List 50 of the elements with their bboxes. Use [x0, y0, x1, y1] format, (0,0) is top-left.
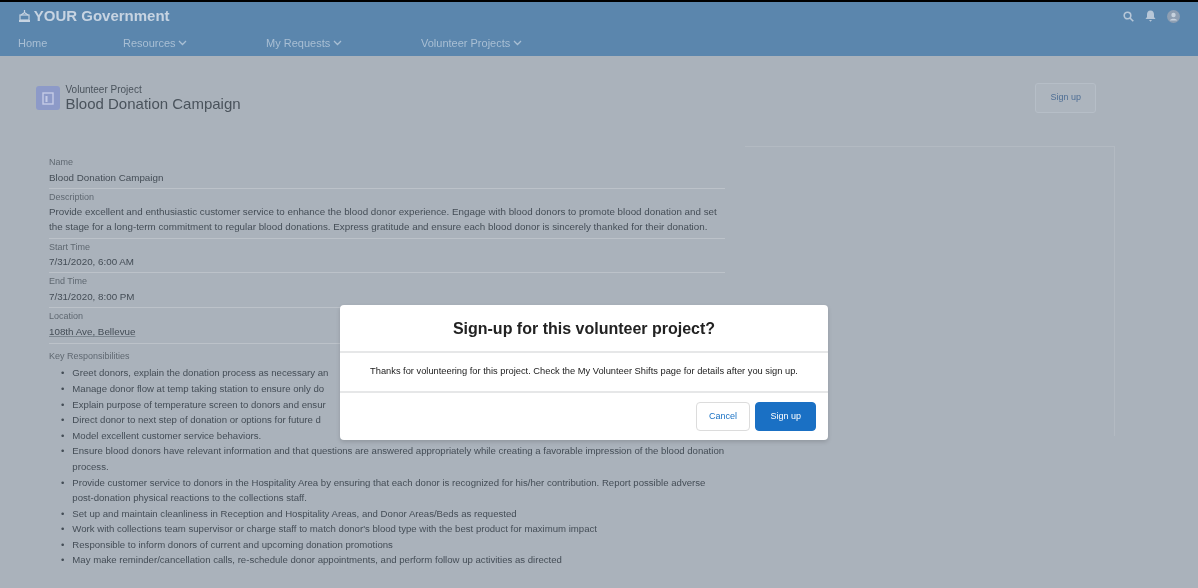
field-label: Key Responsibilities — [49, 349, 130, 363]
bullet: • — [61, 475, 65, 490]
field-value: Provide excellent and enthusiastic customer service to enhance the blood donor experience. Engage with blood donors to promote blood donation and set the stage for a long-term commitment to regular blood donations. Express gratitude and ensure each blood donor is sincerely thanked for their donation. — [49, 205, 718, 235]
list-item: Explain purpose of temperature screen to donors and ensur — [72, 397, 326, 412]
bullet: • — [61, 553, 65, 568]
list-item: Set up and maintain cleanliness in Reception and Hospitality Areas, and Donor Areas/Beds as requested — [72, 506, 517, 521]
sign-up-button[interactable]: Sign up — [1035, 83, 1096, 113]
field-value: 7/31/2020, 6:00 AM — [49, 255, 134, 269]
list-item: Responsible to inform donors of current and upcoming donation promotions — [72, 537, 393, 552]
field-label: Description — [49, 190, 95, 204]
bullet: • — [61, 381, 65, 396]
bullet: • — [61, 428, 65, 443]
field-label: Name — [49, 156, 73, 169]
nav-tab[interactable]: Home — [18, 34, 123, 52]
bullet: • — [61, 413, 65, 428]
bullet: • — [61, 506, 65, 521]
cancel-button[interactable]: Cancel — [695, 401, 750, 432]
list-item: Direct donor to next step of donation or options for future d — [72, 413, 321, 428]
bullet: • — [61, 397, 65, 412]
search-icon[interactable] — [1123, 10, 1134, 22]
field-label: End Time — [49, 275, 88, 289]
nav-tab[interactable]: Resources — [123, 34, 266, 52]
list-item: Provide customer service to donors in the Hospitality Area by ensuring that each donor is recognized for his/her contribution. Report possible adverse post-donation physical reactions to the collections staff. — [72, 475, 707, 506]
nav-tab[interactable]: Volunteer Projects — [421, 34, 581, 52]
sign-up-button[interactable]: Sign up — [755, 401, 816, 432]
avatar-icon[interactable] — [1167, 9, 1180, 23]
field-label: Start Time — [49, 240, 90, 254]
list-item: Work with collections team supervisor or charge staff to match donor's blood type with the best product for maximum impact — [72, 522, 597, 537]
bullet: • — [61, 537, 65, 552]
list-item: Ensure blood donors have relevant information and that questions are answered appropriately while creating a favorable impression of the blood donation process. — [72, 444, 725, 474]
record-type: Volunteer Project — [65, 83, 143, 95]
dialog-title: Sign-up for this volunteer project? — [340, 305, 828, 353]
bullet: • — [61, 366, 65, 381]
nav-tab[interactable]: My Requests — [266, 34, 421, 52]
field-value: 7/31/2020, 8:00 PM — [49, 289, 135, 304]
record-icon — [36, 86, 60, 110]
app-title: YOUR Government — [33, 5, 170, 26]
location-link[interactable]: 108th Ave, Bellevue — [49, 324, 136, 340]
dialog-message: Thanks for volunteering for this project. Check the My Volunteer Shifts page for details after you sign up. — [340, 353, 828, 393]
bullet: • — [61, 444, 65, 459]
bullet: • — [61, 522, 65, 537]
list-item: Manage donor flow at temp taking station to ensure only do — [72, 381, 325, 396]
list-item: May make reminder/cancellation calls, re-schedule donor appointments, and perform follow up activities as directed — [72, 553, 562, 568]
building-icon — [18, 9, 31, 23]
field-label: Location — [49, 309, 84, 323]
list-item: Model excellent customer service behaviors. — [72, 428, 262, 443]
list-item: Greet donors, explain the donation process as necessary an — [72, 366, 329, 381]
field-value: Blood Donation Campaign — [49, 170, 164, 185]
bell-icon[interactable] — [1145, 10, 1156, 22]
record-title: Blood Donation Campaign — [65, 94, 241, 113]
